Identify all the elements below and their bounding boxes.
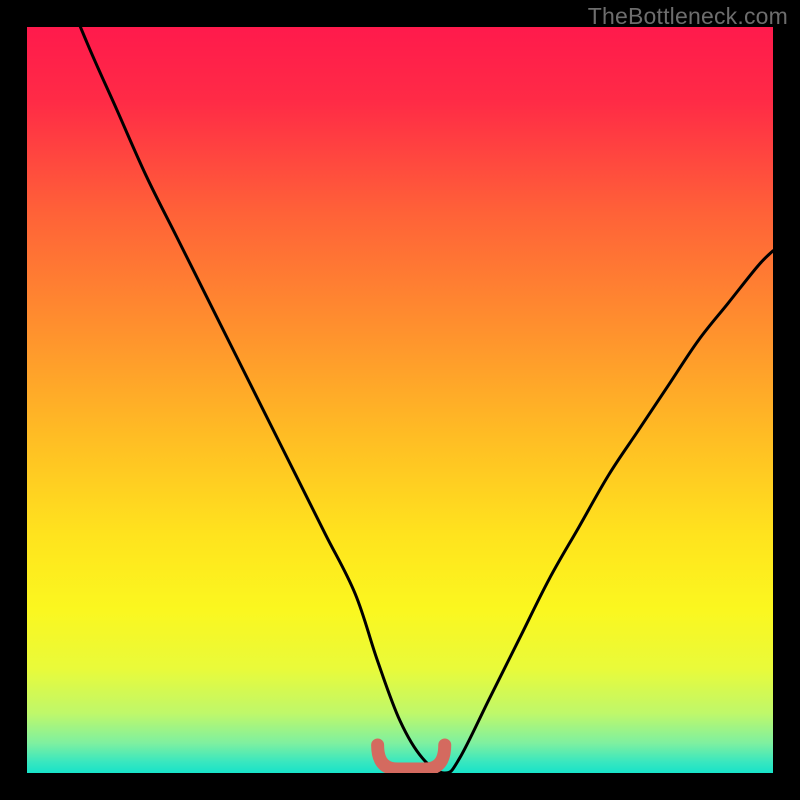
chart-frame: TheBottleneck.com bbox=[0, 0, 800, 800]
bottleneck-curve-svg bbox=[27, 27, 773, 773]
bottleneck-curve bbox=[27, 27, 773, 773]
watermark-text: TheBottleneck.com bbox=[588, 3, 788, 30]
plot-area bbox=[27, 27, 773, 773]
optimal-marker bbox=[378, 745, 445, 769]
